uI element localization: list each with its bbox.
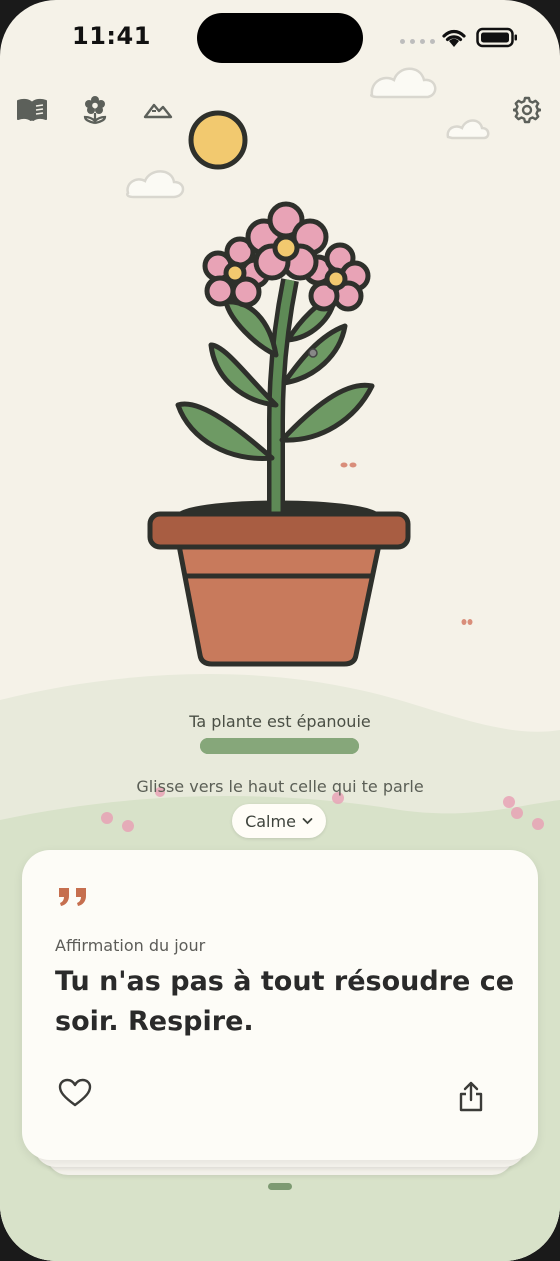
share-icon[interactable]: [458, 1080, 484, 1112]
swipe-hint: Glisse vers le haut celle qui te parle: [136, 777, 424, 796]
growth-progress-bar: [200, 738, 359, 754]
settings-button[interactable]: [509, 92, 545, 128]
sun-icon: [188, 110, 248, 170]
mood-selected-value: Calme: [245, 811, 296, 831]
plant-illustration: [147, 201, 411, 667]
status-time: 11:41: [72, 22, 151, 50]
landscape-button[interactable]: [140, 92, 176, 128]
affirmation-text: Tu n'as pas à tout résoudre ce soir. Res…: [55, 966, 515, 1037]
garden-button[interactable]: [77, 92, 113, 128]
gear-icon: [513, 96, 541, 124]
wifi-icon: [442, 29, 466, 47]
journal-button[interactable]: [14, 92, 50, 128]
growth-progress-fill: [200, 738, 359, 754]
status-bar: 11:41: [0, 0, 560, 80]
flower-icon: [83, 96, 107, 125]
mountain-icon: [143, 103, 173, 119]
battery-icon: [476, 27, 517, 48]
affirmation-label: Affirmation du jour: [55, 936, 206, 955]
quote-icon: [59, 888, 86, 906]
app-screen: 11:41 Ta plante est épanouie Glisse vers…: [0, 0, 560, 1261]
cellular-signal-icon: [400, 39, 435, 44]
heart-icon[interactable]: [58, 1078, 92, 1108]
mood-dropdown[interactable]: Calme: [232, 804, 326, 838]
cloud-icon: [126, 67, 490, 199]
chevron-down-icon: [302, 818, 313, 825]
affirmation-card[interactable]: Affirmation du jour Tu n'as pas à tout r…: [22, 850, 538, 1160]
plant-status-label: Ta plante est épanouie: [189, 712, 371, 731]
book-icon: [17, 98, 47, 121]
dynamic-island: [197, 13, 363, 63]
page-indicator: [268, 1183, 292, 1190]
